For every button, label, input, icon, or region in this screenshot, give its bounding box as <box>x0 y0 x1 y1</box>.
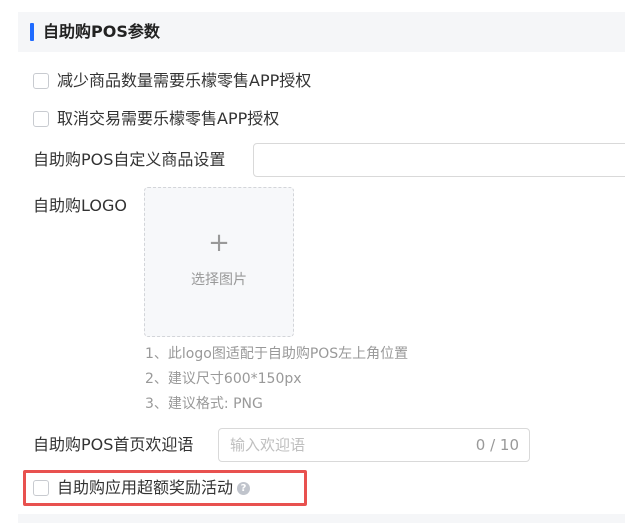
plus-icon: + <box>208 228 230 258</box>
custom-goods-label: 自助购POS自定义商品设置 <box>33 150 226 169</box>
custom-goods-input[interactable] <box>253 143 625 177</box>
overpay-reward-label: 自助购应用超额奖励活动 <box>57 478 234 497</box>
logo-label: 自助购LOGO <box>33 196 127 215</box>
upload-text: 选择图片 <box>191 272 247 288</box>
overpay-reward-checkbox-row[interactable]: 自助购应用超额奖励活动 ? <box>33 476 251 500</box>
reduce-qty-label: 减少商品数量需要乐檬零售APP授权 <box>57 71 312 90</box>
reduce-qty-checkbox[interactable] <box>33 73 49 89</box>
welcome-placeholder: 输入欢迎语 <box>230 436 306 454</box>
section-title: 自助购POS参数 <box>43 22 160 41</box>
logo-hint-1: 1、此logo图适配于自助购POS左上角位置 <box>145 346 409 362</box>
cancel-trade-checkbox-row[interactable]: 取消交易需要乐檬零售APP授权 <box>33 107 279 131</box>
logo-upload-box[interactable]: + 选择图片 <box>144 187 294 337</box>
reduce-qty-checkbox-row[interactable]: 减少商品数量需要乐檬零售APP授权 <box>33 69 311 93</box>
cancel-trade-checkbox[interactable] <box>33 111 49 127</box>
section-accent-bar <box>30 23 34 41</box>
logo-hint-3: 3、建议格式: PNG <box>145 396 263 412</box>
section-header: 自助购POS参数 <box>18 12 625 52</box>
welcome-label: 自助购POS首页欢迎语 <box>33 435 194 454</box>
overpay-reward-checkbox[interactable] <box>33 480 49 496</box>
welcome-char-counter: 0 / 10 <box>475 436 519 454</box>
settings-panel: 自助购POS参数 减少商品数量需要乐檬零售APP授权 取消交易需要乐檬零售APP… <box>0 0 625 523</box>
question-circle-icon[interactable]: ? <box>237 481 251 495</box>
next-section-header <box>18 514 625 523</box>
logo-hint-2: 2、建议尺寸600*150px <box>145 371 302 387</box>
cancel-trade-label: 取消交易需要乐檬零售APP授权 <box>57 109 280 128</box>
welcome-input[interactable]: 输入欢迎语 0 / 10 <box>218 428 530 462</box>
